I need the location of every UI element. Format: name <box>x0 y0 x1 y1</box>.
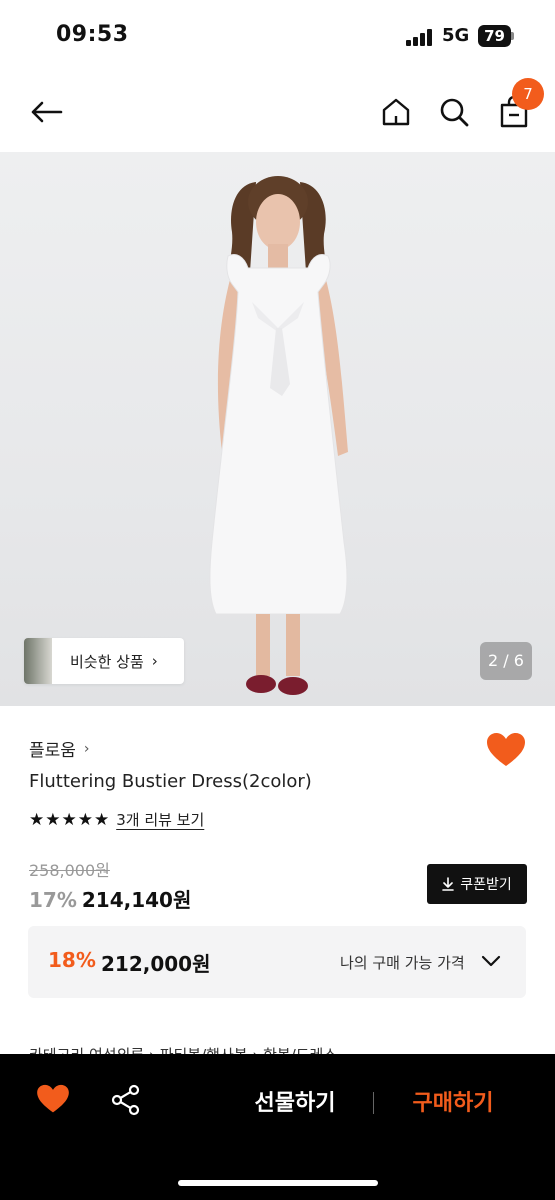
coupon-button[interactable]: 쿠폰받기 <box>427 864 527 904</box>
brand-name: 플로움 <box>29 741 76 761</box>
original-price: 258,000원 <box>29 861 110 880</box>
my-price-panel[interactable]: 18% 212,000원 나의 구매 가능 가격 <box>28 926 526 998</box>
battery-icon: 79 <box>478 25 514 47</box>
my-price-rate: 18% <box>48 948 96 972</box>
cart-count-badge: 7 <box>512 78 544 110</box>
bottom-action-bar: 선물하기 구매하기 <box>0 1054 555 1200</box>
back-button[interactable] <box>24 90 68 134</box>
status-bar: 09:53 5G 79 <box>0 0 555 72</box>
image-page-indicator: 2 / 6 <box>480 642 532 680</box>
rating-stars: ★★★★★ <box>29 809 111 830</box>
heart-icon <box>37 1084 69 1113</box>
home-indicator <box>178 1180 378 1186</box>
price-row: 17% 214,140원 <box>29 884 191 913</box>
signal-icon <box>406 28 434 46</box>
similar-products-label: 비슷한 상품 <box>70 652 144 671</box>
chevron-right-icon: › <box>83 740 90 757</box>
rating-row: ★★★★★ 3개 리뷰 보기 <box>29 809 204 830</box>
chevron-down-icon <box>481 955 501 967</box>
status-time: 09:53 <box>56 22 129 47</box>
like-button[interactable] <box>486 732 528 772</box>
gift-button[interactable]: 선물하기 <box>234 1086 356 1122</box>
product-photo <box>209 176 348 695</box>
back-arrow-icon <box>31 101 63 123</box>
coupon-label: 쿠폰받기 <box>460 877 512 893</box>
similar-products-button[interactable]: 비슷한 상품 › <box>24 638 184 684</box>
top-nav <box>0 72 555 152</box>
search-icon <box>440 98 469 127</box>
similar-product-thumbnail <box>24 638 52 684</box>
brand-link[interactable]: 플로움 › <box>29 736 90 762</box>
product-title: Fluttering Bustier Dress(2color) <box>29 771 312 792</box>
bottom-like-button[interactable] <box>36 1084 72 1120</box>
share-button[interactable] <box>110 1084 146 1120</box>
my-price-label: 나의 구매 가능 가격 <box>340 954 465 972</box>
chevron-right-icon: › <box>151 652 158 670</box>
my-price-value: 212,000원 <box>101 952 211 976</box>
divider <box>373 1092 374 1114</box>
home-button[interactable] <box>374 90 418 134</box>
heart-icon <box>487 733 525 766</box>
sale-price: 214,140원 <box>81 888 192 912</box>
discount-rate: 17% <box>29 888 77 912</box>
review-link[interactable]: 3개 리뷰 보기 <box>116 809 204 830</box>
battery-level: 79 <box>478 25 511 47</box>
search-button[interactable] <box>432 90 476 134</box>
download-icon <box>442 877 455 891</box>
buy-button[interactable]: 구매하기 <box>392 1086 514 1122</box>
share-icon <box>111 1084 140 1116</box>
network-label: 5G <box>442 25 470 46</box>
home-icon <box>382 98 410 126</box>
product-image-gallery[interactable]: 비슷한 상품 › 2 / 6 <box>0 152 555 706</box>
